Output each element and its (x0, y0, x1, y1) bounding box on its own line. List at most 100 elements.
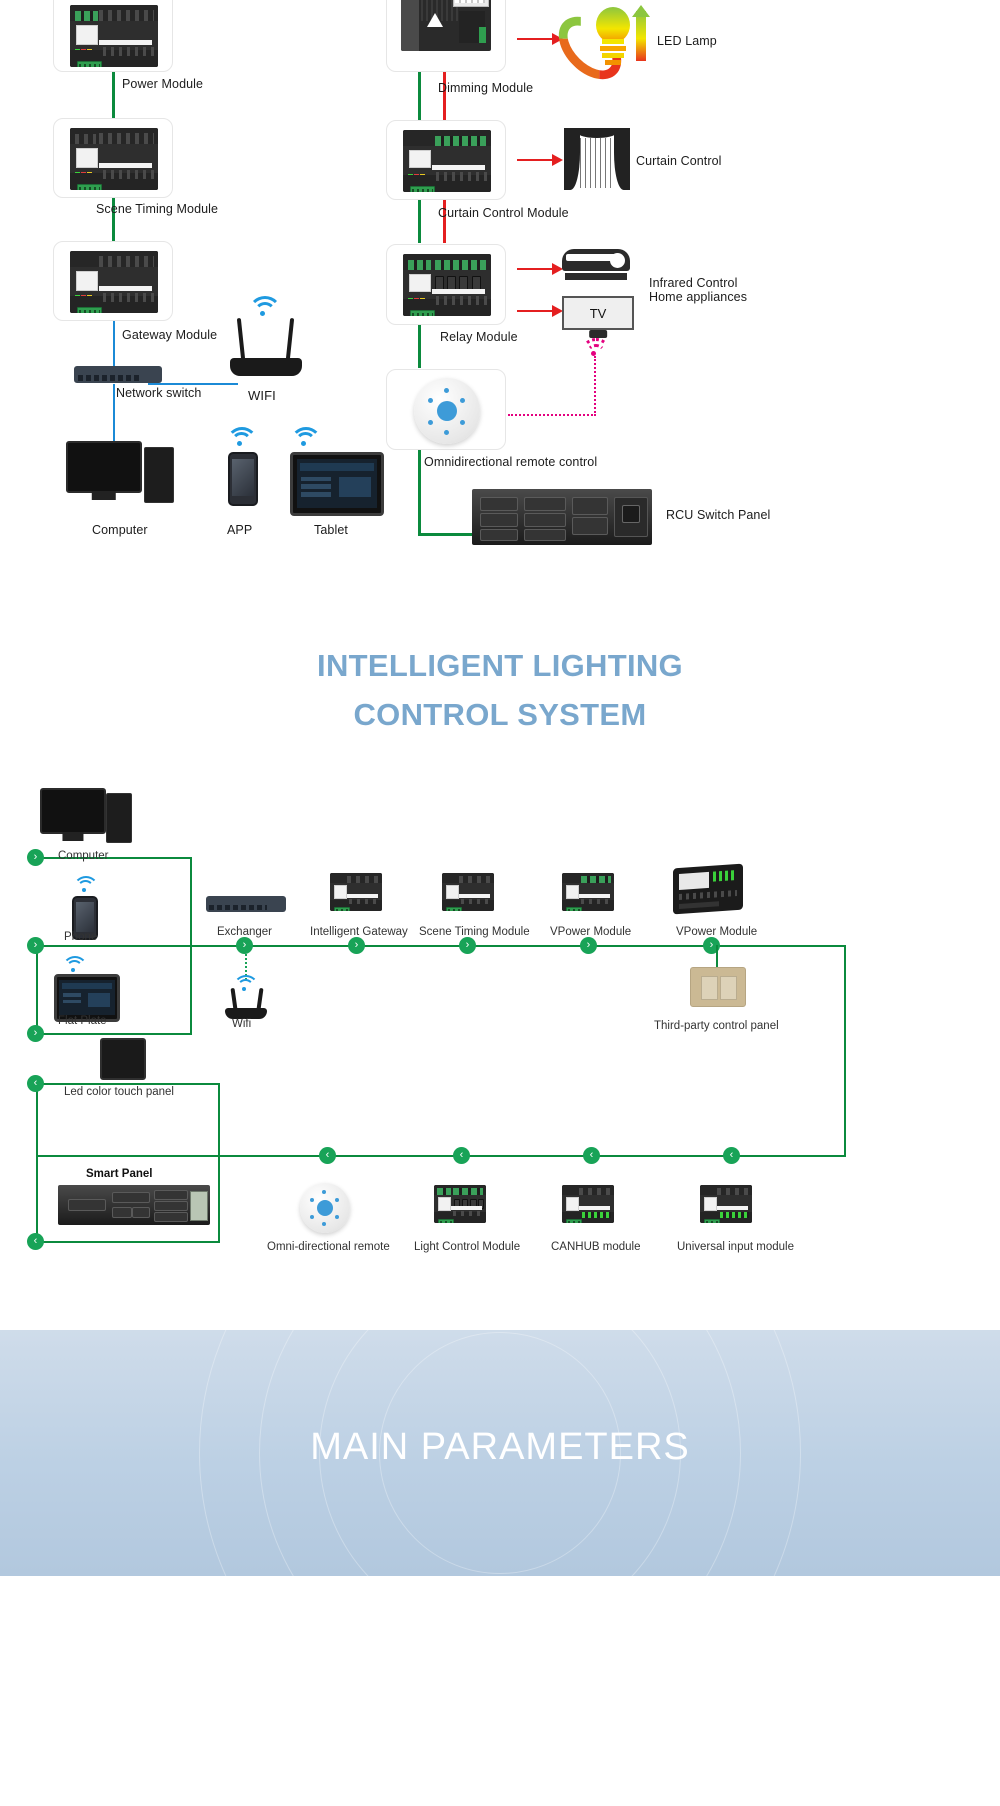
product-detail-page: Power Module Scene Timing Module Gateway… (0, 0, 1000, 1806)
bottom-topology-diagram: Computer › Phone › Flat Plate › Exchange… (0, 770, 1000, 1290)
label-light-control-module: Light Control Module (414, 1241, 521, 1253)
flow-arrow-lower-bus-4: ‹ (723, 1147, 740, 1164)
label-wifi: WIFI (248, 388, 276, 403)
network-switch-device (74, 366, 162, 383)
app-wifi-icon (226, 427, 258, 447)
label-vpower-module-1: VPower Module (550, 926, 632, 938)
label-intelligent-gateway: Intelligent Gateway (310, 926, 408, 938)
net-line-switch-to-computer (113, 384, 115, 442)
bottom-canhub-device (562, 1185, 614, 1223)
bus-line-dimming-to-curtain (418, 72, 421, 120)
node-omnidirectional-remote (386, 369, 506, 450)
flow-arrow-lower-bus-1: ‹ (319, 1147, 336, 1164)
flow-arrow-computer: › (27, 849, 44, 866)
label-led-lamp: LED Lamp (657, 34, 717, 48)
bus-line-relay-to-remote (418, 325, 421, 368)
bottom-universal-input-device (700, 1185, 752, 1223)
bottom-omni-remote-device (300, 1183, 350, 1233)
flow-line-smartpanel-spine (218, 1083, 220, 1243)
label-curtain-control: Curtain Control (636, 154, 722, 168)
bottom-computer-device (40, 788, 136, 846)
flow-line-left-spine (190, 857, 192, 945)
label-computer: Computer (92, 523, 148, 537)
node-scene-timing-module (53, 118, 173, 198)
bus-line-power-to-scene (112, 72, 115, 122)
label-led-color-touch-panel: Led color touch panel (64, 1086, 174, 1098)
air-conditioner-icon (562, 249, 630, 280)
top-topology-diagram: Power Module Scene Timing Module Gateway… (0, 0, 1000, 600)
flow-line-backbone (36, 945, 846, 947)
smart-panel-device (58, 1185, 210, 1225)
rcu-switch-panel-device (472, 489, 652, 545)
omni-remote-device (414, 378, 480, 444)
flow-arrow-lower-bus-2: ‹ (453, 1147, 470, 1164)
label-vpower-module-2: VPower Module (676, 926, 758, 938)
bottom-exchanger-device (206, 896, 286, 912)
label-smart-panel: Smart Panel (86, 1168, 153, 1180)
label-bottom-phone: Phone (64, 931, 98, 943)
computer-device (66, 441, 176, 503)
tablet-device (290, 452, 384, 516)
flow-line-flatplate-branch (36, 1033, 192, 1035)
node-relay-module (386, 244, 506, 325)
led-lamp-icon (546, 4, 652, 92)
flow-line-left-lower-up (36, 1083, 38, 1155)
node-dimming-module (386, 0, 506, 72)
node-gateway-module (53, 241, 173, 321)
label-bottom-scene-timing: Scene Timing Module (419, 926, 530, 938)
third-party-control-panel-device (690, 967, 746, 1007)
label-home-appliances: Home appliances (649, 290, 748, 304)
ir-link-line-horizontal (508, 414, 596, 416)
bottom-scene-timing-device (442, 873, 494, 911)
flow-arrow-gateway: › (348, 937, 365, 954)
label-bottom-wifi: Wifi (232, 1018, 252, 1030)
net-line-switch-to-wifi (148, 383, 238, 385)
bus-line-to-rcu-panel (418, 533, 472, 536)
arrow-head-curtain (552, 154, 563, 166)
tv-label: TV (589, 305, 607, 321)
bottom-vpower-device-2 (673, 863, 743, 915)
bottom-light-control-device (434, 1185, 486, 1223)
flow-line-right-spine (844, 945, 846, 1157)
flow-arrow-phone: › (27, 937, 44, 954)
node-power-module (53, 0, 173, 72)
smartphone-device (228, 452, 258, 506)
tablet-wifi-icon (290, 427, 322, 447)
label-tablet: Tablet (314, 523, 348, 537)
net-line-gateway-to-switch (113, 321, 115, 369)
label-bottom-computer: Computer (58, 850, 109, 862)
flow-line-left-down (36, 945, 38, 1035)
ir-link-line-vertical (594, 356, 596, 416)
bus-line-curtain-to-relay (418, 199, 421, 243)
curtain-icon (564, 128, 630, 190)
bottom-vpower-device-1 (562, 873, 614, 911)
flow-line-bottom-branch (36, 1241, 220, 1243)
bottom-intelligent-gateway-device (330, 873, 382, 911)
label-rcu-switch-panel: RCU Switch Panel (666, 508, 771, 522)
flow-line-bottom-left-down (36, 1155, 38, 1243)
label-power-module: Power Module (122, 77, 204, 91)
label-universal-input-module: Universal input module (677, 1241, 794, 1253)
label-bottom-flatplate: Flat Plate (58, 1015, 107, 1027)
label-gateway-module: Gateway Module (122, 328, 218, 342)
label-third-party-control-panel: Third-party control panel (654, 1020, 779, 1032)
banner-title: MAIN PARAMETERS (310, 1426, 690, 1468)
bottom-flatplate-wifi-icon (62, 956, 88, 974)
bottom-wifi-router-device (224, 987, 268, 1022)
flow-line-ledpanel-branch (36, 1083, 220, 1085)
flow-arrow-scene-timing: › (459, 937, 476, 954)
tv-device: TV (562, 296, 634, 330)
label-omnidirectional-remote: Omnidirectional remote control (424, 455, 598, 469)
bus-line-remote-to-rcu (418, 450, 421, 535)
node-curtain-control-module (386, 120, 506, 200)
flow-arrow-flatplate: › (27, 1025, 44, 1042)
led-color-touch-panel-device (100, 1038, 146, 1080)
wifi-signal-icon (248, 296, 282, 318)
label-canhub-module: CANHUB module (551, 1241, 641, 1253)
ir-signal-icon (580, 338, 612, 358)
flow-arrow-exchanger: › (236, 937, 253, 954)
section-title-line1: INTELLIGENT LIGHTING (317, 648, 683, 683)
label-relay-module: Relay Module (440, 330, 518, 344)
label-network-switch: Network switch (116, 386, 202, 400)
label-app: APP (227, 523, 253, 537)
